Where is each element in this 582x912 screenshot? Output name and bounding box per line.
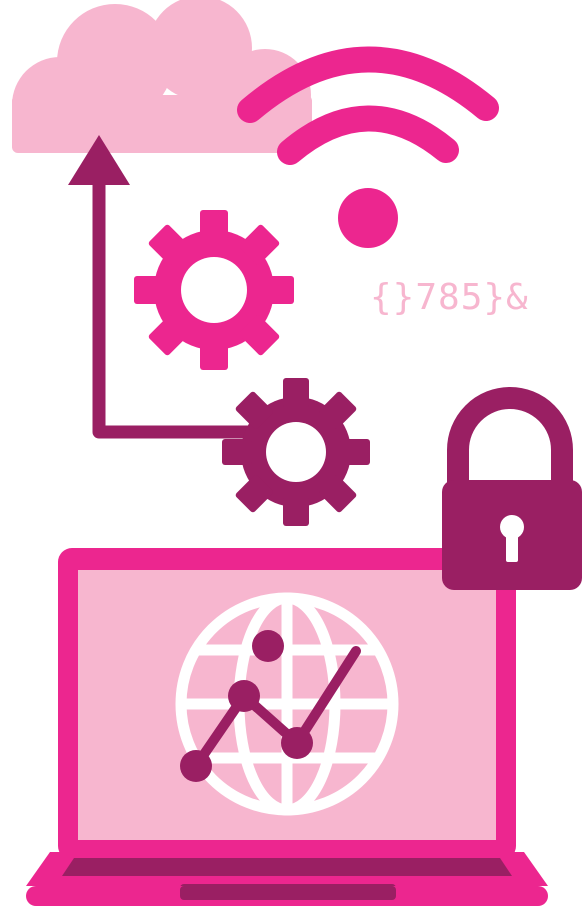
chart-point <box>180 750 212 782</box>
illustration <box>12 0 582 906</box>
padlock-icon <box>442 387 582 590</box>
gear-icon <box>134 210 294 370</box>
wifi-icon <box>237 46 499 248</box>
chart-point <box>281 727 313 759</box>
chart-point <box>228 680 260 712</box>
gear-icon <box>222 378 370 526</box>
chart-point <box>252 630 284 662</box>
globe-icon <box>175 592 399 816</box>
code-snippet-text: {}785}& <box>370 277 529 318</box>
cloud-icon <box>12 0 312 153</box>
